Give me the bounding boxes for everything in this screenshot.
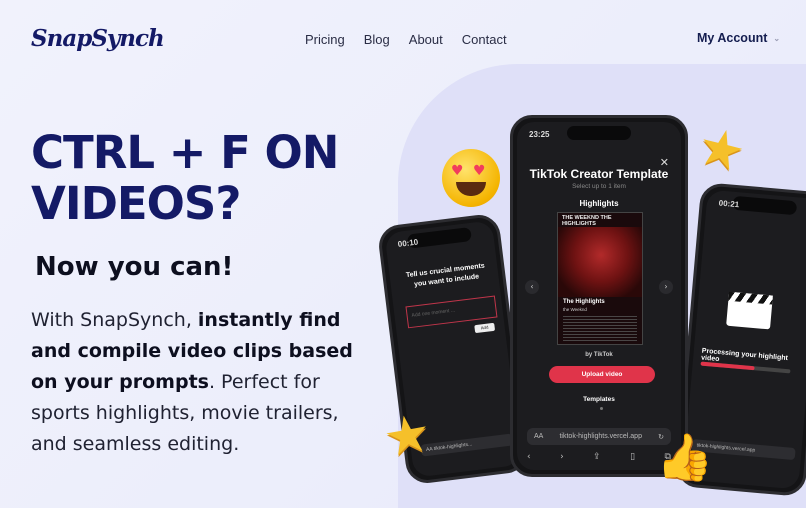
templates-label: Templates (583, 396, 615, 403)
brand-logo[interactable]: SnapSynch (31, 25, 165, 52)
album-cover[interactable]: THE WEEKND THE HIGHLIGHTS The Highlights… (557, 212, 643, 345)
hero-description: With SnapSynch, instantly find and compi… (31, 305, 361, 460)
phone-center-time: 23:25 (529, 130, 550, 139)
browser-toolbar: ‹ › ⇪ ▯ ⧉ (527, 452, 671, 462)
my-account-menu[interactable]: My Account ⌄ (697, 31, 780, 45)
hero-title-line1: CTRL + F ON (31, 126, 339, 179)
nav-link-pricing[interactable]: Pricing (305, 32, 345, 47)
share-icon[interactable]: ⇪ (593, 452, 601, 462)
select-hint: Select up to 1 item (572, 183, 626, 190)
cover-art (558, 227, 642, 297)
back-icon[interactable]: ‹ (527, 452, 531, 462)
my-account-label: My Account (697, 31, 768, 45)
add-moment-button[interactable]: Add (474, 322, 496, 334)
browser-url-bar[interactable]: AA tiktok-highlights.vercel.app ↻ (527, 428, 671, 445)
phone-right-time: 00:21 (718, 198, 740, 210)
upload-video-button[interactable]: Upload video (549, 366, 655, 383)
moments-prompt: Tell us crucial moments you want to incl… (405, 262, 486, 289)
nav-link-blog[interactable]: Blog (364, 32, 390, 47)
reader-aa-button[interactable]: AA (534, 433, 543, 440)
nav-link-about[interactable]: About (409, 32, 443, 47)
highlights-heading: Highlights (579, 199, 619, 208)
hero-title: CTRL + F ON VIDEOS? (31, 126, 339, 230)
phone-mockup-center: 23:25 ✕ TikTok Creator Template Select u… (510, 115, 688, 477)
pagination-dot (600, 407, 603, 410)
heart-eyes-emoji-icon: ♥ ♥ (442, 149, 500, 207)
nav-link-contact[interactable]: Contact (462, 32, 507, 47)
template-author: by TikTok (585, 352, 613, 358)
carousel-prev-icon[interactable]: ‹ (525, 280, 539, 294)
nav-links: Pricing Blog About Contact (305, 32, 507, 47)
bookmarks-icon[interactable]: ▯ (630, 452, 635, 462)
tracklist (563, 314, 637, 342)
heart-icon: ♥ (473, 163, 486, 179)
cover-subtitle: the Weeknd (563, 307, 587, 312)
emoji-mouth (456, 182, 486, 196)
carousel-next-icon[interactable]: › (659, 280, 673, 294)
phone-left-url-bar: AA tiktok-highlights... (420, 433, 514, 457)
clapperboard-icon (726, 291, 773, 330)
cover-header: THE WEEKND THE HIGHLIGHTS (562, 215, 612, 227)
hero-subtitle: Now you can! (35, 252, 234, 282)
cover-title: The Highlights (563, 299, 605, 305)
template-title: TikTok Creator Template (529, 167, 669, 181)
url-text: tiktok-highlights.vercel.app (559, 433, 642, 440)
chevron-down-icon: ⌄ (773, 33, 781, 43)
phone-notch (567, 126, 631, 140)
phone-center-screen: 23:25 ✕ TikTok Creator Template Select u… (517, 122, 681, 470)
thumbs-up-icon: 👍 (656, 430, 714, 484)
forward-icon[interactable]: › (560, 452, 564, 462)
heart-icon: ♥ (451, 163, 464, 179)
hero-title-line2: VIDEOS? (31, 177, 241, 230)
phone-notch (732, 195, 798, 216)
hero-desc-pre: With SnapSynch, (31, 309, 198, 331)
